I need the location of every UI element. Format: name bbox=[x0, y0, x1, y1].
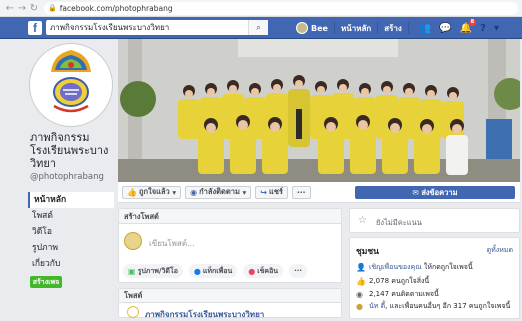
checkin-label: เช็คอิน bbox=[257, 266, 279, 275]
follows-row: ◉ 2,147 คนติดตามเพจนี้ bbox=[356, 289, 516, 300]
browser-toolbar: ← → ↻ 🔒 facebook.com/photophrabang bbox=[0, 0, 522, 17]
create-post-card: สร้างโพสต์ เขียนโพสต์... ▣ รูปภาพ/วิดีโอ … bbox=[118, 208, 342, 283]
send-message-button[interactable]: ✉ ส่งข้อความ bbox=[355, 186, 515, 199]
sidebar-item-posts[interactable]: โพสต์ bbox=[28, 208, 114, 224]
school-logo-icon bbox=[32, 46, 110, 124]
help-icon[interactable]: ? bbox=[480, 23, 486, 34]
rating-text: ยังไม่มีคะแนน bbox=[376, 218, 422, 227]
create-post-header: สร้างโพสต์ bbox=[119, 209, 341, 224]
facebook-topbar: f ภาพกิจกรรมโรงเรียนพระบางวิทยา ⌕ Bee หน… bbox=[0, 17, 522, 39]
post-composer-input[interactable]: เขียนโพสต์... bbox=[149, 237, 195, 250]
thumbs-up-icon: 👍 bbox=[356, 277, 366, 286]
avatar bbox=[124, 232, 142, 250]
profile-link[interactable]: Bee bbox=[311, 24, 328, 33]
lock-icon: 🔒 bbox=[48, 4, 57, 12]
page-action-bar: 👍 ถูกใจแล้ว ▾ ◉ กำลังติดตาม ▾ ↪ แชร์ ··· ✉ … bbox=[118, 182, 520, 203]
address-bar[interactable]: 🔒 facebook.com/photophrabang bbox=[44, 1, 518, 15]
rss-icon: ◉ bbox=[356, 290, 363, 299]
sidebar-item-videos[interactable]: วิดีโอ bbox=[28, 224, 114, 240]
check-in-button[interactable]: ● เช็คอิน bbox=[243, 264, 284, 278]
sidebar-item-about[interactable]: เกี่ยวกับ bbox=[28, 256, 114, 272]
topbar-right: Bee หน้าหลัก สร้าง 👥 💬 🔔 8 ? ▾ bbox=[296, 17, 503, 39]
photo-video-button[interactable]: ▣ รูปภาพ/วิดีโอ bbox=[123, 264, 183, 278]
follows-count: 2,147 คนติดตามเพจนี้ bbox=[369, 290, 439, 298]
post-author-link[interactable]: ภาพกิจกรรมโรงเรียนพระบางวิทยา bbox=[145, 308, 264, 321]
thumbs-up-icon: 👍 bbox=[127, 187, 137, 197]
follow-label: กำลังติดตาม bbox=[199, 187, 240, 196]
chevron-down-icon[interactable]: ▾ bbox=[494, 23, 499, 34]
rating-box: ☆ ยังไม่มีคะแนน bbox=[349, 208, 520, 233]
posts-header: โพสต์ bbox=[119, 289, 341, 303]
page-title: ภาพกิจกรรม โรงเรียนพระบาง วิทยา bbox=[30, 131, 109, 170]
posts-card: โพสต์ ภาพกิจกรรมโรงเรียนพระบางวิทยา bbox=[118, 288, 342, 321]
like-button[interactable]: 👍 ถูกใจแล้ว ▾ bbox=[122, 185, 182, 199]
avatar[interactable] bbox=[127, 306, 139, 318]
likes-count: 2,078 คนถูกใจสิ่งนี้ bbox=[369, 277, 430, 285]
divider bbox=[407, 22, 409, 34]
friends-avatar-icon: ● bbox=[356, 302, 363, 311]
invite-row: 👤 เชิญเพื่อนของคุณ ให้กดถูกใจเพจนี้ bbox=[356, 262, 516, 273]
tag-icon: ● bbox=[193, 266, 201, 276]
photo-icon: ▣ bbox=[128, 266, 136, 276]
profile-picture[interactable] bbox=[30, 44, 112, 126]
create-link[interactable]: สร้าง bbox=[384, 22, 402, 35]
share-label: แชร์ bbox=[269, 187, 283, 196]
search-value: ภาพกิจกรรมโรงเรียนพระบางวิทยา bbox=[50, 23, 170, 32]
search-input[interactable]: ภาพกิจกรรมโรงเรียนพระบางวิทยา ⌕ bbox=[46, 20, 268, 35]
right-column: ☆ ยังไม่มีคะแนน ชุมชน ดูทั้งหมด 👤 เชิญเพ… bbox=[349, 208, 520, 319]
forward-icon[interactable]: → bbox=[16, 3, 28, 14]
invite-suffix: ให้กดถูกใจเพจนี้ bbox=[421, 263, 473, 271]
see-all-link[interactable]: ดูทั้งหมด bbox=[487, 245, 513, 256]
follow-button[interactable]: ◉ กำลังติดตาม ▾ bbox=[185, 185, 252, 199]
search-icon[interactable]: ⌕ bbox=[248, 20, 268, 35]
friend-requests-icon[interactable]: 👥 bbox=[419, 23, 431, 34]
tag-label: แท็กเพื่อน bbox=[202, 266, 233, 275]
create-page-button[interactable]: สร้างเพจ bbox=[30, 276, 62, 288]
back-icon[interactable]: ← bbox=[4, 3, 16, 14]
more-options-button[interactable]: ··· bbox=[291, 185, 311, 199]
community-header: ชุมชน bbox=[356, 247, 379, 257]
invite-icon: 👤 bbox=[356, 263, 366, 272]
likes-row: 👍 2,078 คนถูกใจสิ่งนี้ bbox=[356, 276, 516, 287]
page-nav: หน้าหลัก โพสต์ วิดีโอ รูปภาพ เกี่ยวกับ ช… bbox=[28, 192, 114, 288]
messenger-icon[interactable]: 💬 bbox=[439, 23, 451, 34]
friends-text: , และเพื่อนคนอื่นๆ อีก 317 คนถูกใจเพจนี้ bbox=[385, 302, 511, 310]
page-handle[interactable]: @photophrabang bbox=[30, 172, 104, 182]
avatar[interactable] bbox=[296, 22, 308, 34]
notification-badge: 8 bbox=[468, 18, 477, 26]
friend-name-link[interactable]: นัท ตี้ bbox=[369, 302, 385, 310]
message-label: ส่งข้อความ bbox=[421, 187, 458, 197]
location-pin-icon: ● bbox=[248, 266, 256, 276]
like-label: ถูกใจแล้ว bbox=[138, 187, 170, 196]
cover-photo[interactable] bbox=[118, 39, 520, 182]
sidebar-item-home[interactable]: หน้าหลัก bbox=[28, 192, 114, 208]
url-text: facebook.com/photophrabang bbox=[59, 3, 173, 13]
notifications-icon[interactable]: 🔔 8 bbox=[460, 18, 477, 34]
share-button[interactable]: ↪ แชร์ bbox=[255, 185, 288, 199]
divider bbox=[333, 22, 335, 34]
home-link[interactable]: หน้าหลัก bbox=[341, 22, 371, 35]
community-box: ชุมชน ดูทั้งหมด 👤 เชิญเพื่อนของคุณ ให้กด… bbox=[349, 237, 520, 319]
rss-icon: ◉ bbox=[190, 187, 198, 197]
group-photo-image bbox=[118, 39, 520, 182]
share-icon: ↪ bbox=[260, 187, 267, 197]
divider bbox=[377, 22, 379, 34]
sidebar-item-photos[interactable]: รูปภาพ bbox=[28, 240, 114, 256]
more-composer-button[interactable]: ··· bbox=[289, 264, 308, 278]
page-sidebar: ภาพกิจกรรม โรงเรียนพระบาง วิทยา @photoph… bbox=[28, 39, 114, 318]
tag-friends-button[interactable]: ● แท็กเพื่อน bbox=[188, 264, 238, 278]
invite-friends-link[interactable]: เชิญเพื่อนของคุณ bbox=[369, 263, 422, 271]
messenger-icon: ✉ bbox=[412, 188, 422, 197]
photo-label: รูปภาพ/วิดีโอ bbox=[137, 266, 178, 275]
reload-icon[interactable]: ↻ bbox=[28, 3, 40, 14]
facebook-logo-icon[interactable]: f bbox=[28, 20, 42, 35]
composer-actions: ▣ รูปภาพ/วิดีโอ ● แท็กเพื่อน ● เช็คอิน ··· bbox=[123, 264, 313, 278]
star-icon: ☆ bbox=[358, 215, 367, 226]
friends-row: ● นัท ตี้, และเพื่อนคนอื่นๆ อีก 317 คนถู… bbox=[356, 302, 516, 311]
